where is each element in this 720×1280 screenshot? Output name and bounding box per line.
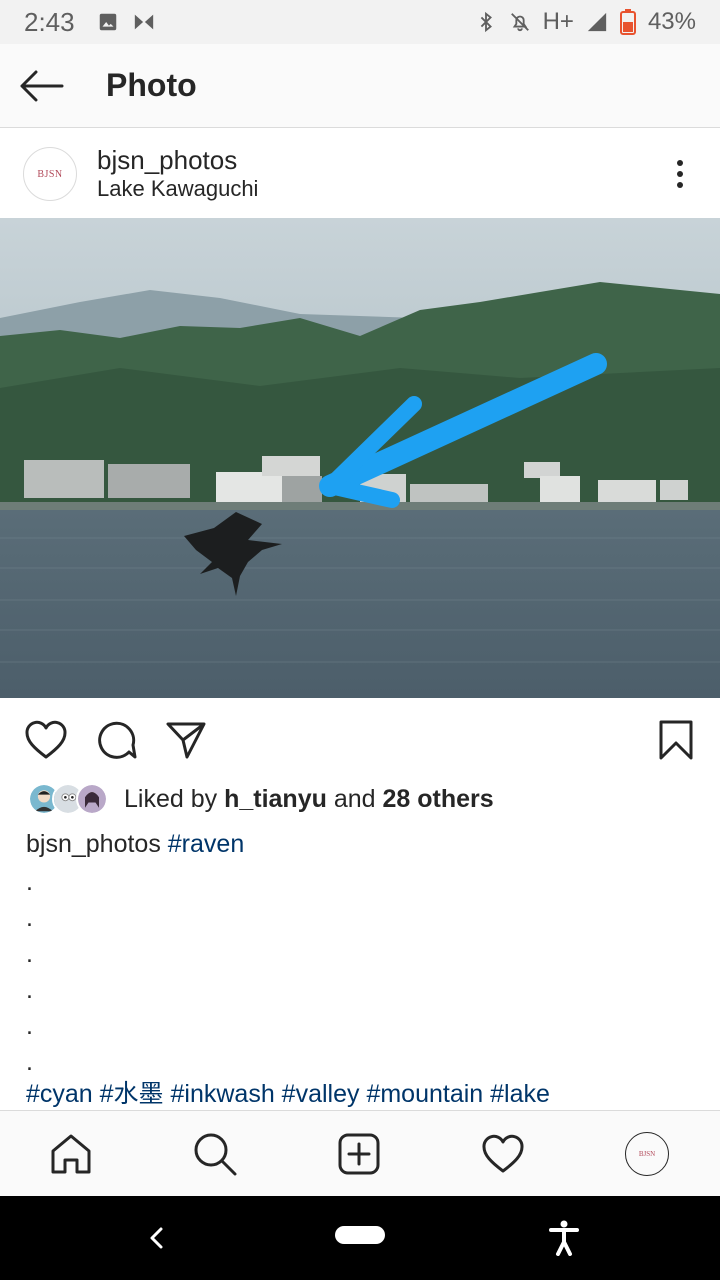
search-icon: [194, 1133, 237, 1176]
add-post-icon: [338, 1133, 380, 1175]
likes-count[interactable]: 28 others: [383, 785, 494, 813]
page-title: Photo: [106, 67, 197, 103]
post-photo[interactable]: [0, 218, 720, 698]
save-button[interactable]: [652, 716, 700, 764]
liker-avatar: [76, 783, 108, 815]
profile-avatar: BJSN: [625, 1132, 669, 1176]
liker-username[interactable]: h_tianyu: [224, 785, 327, 813]
more-options-button[interactable]: [670, 154, 690, 194]
like-button[interactable]: [22, 716, 70, 764]
home-icon: [51, 1134, 91, 1174]
bowtie-icon: [134, 14, 153, 30]
notifications-off-icon: [510, 13, 529, 32]
nav-activity[interactable]: [478, 1129, 528, 1179]
more-vertical-icon: [677, 160, 683, 166]
hashtag-link[interactable]: #raven: [168, 830, 244, 858]
system-back-button[interactable]: [136, 1218, 176, 1258]
bookmark-icon: [659, 720, 693, 760]
back-icon: [150, 1227, 163, 1249]
nav-profile[interactable]: BJSN: [622, 1129, 672, 1179]
accessibility-button[interactable]: [544, 1216, 584, 1260]
post-location[interactable]: Lake Kawaguchi: [97, 175, 258, 203]
accessibility-icon: [549, 1220, 579, 1256]
nav-search[interactable]: [190, 1129, 240, 1179]
post-actions: [0, 708, 720, 772]
system-nav-bar: [0, 1196, 720, 1280]
nav-new-post[interactable]: [334, 1129, 384, 1179]
likes-text: Liked by h_tianyu and 28 others: [124, 784, 494, 813]
caption-username[interactable]: bjsn_photos: [26, 830, 161, 858]
network-type: H+: [542, 8, 574, 35]
status-time: 2:43: [24, 6, 75, 37]
activity-heart-icon: [482, 1134, 524, 1173]
image-icon: [99, 13, 116, 31]
back-button[interactable]: [0, 44, 84, 128]
bottom-nav: BJSN: [0, 1110, 720, 1196]
nav-home[interactable]: [46, 1129, 96, 1179]
avatar[interactable]: BJSN: [23, 147, 77, 201]
caption-dots: . . . . . .: [26, 868, 33, 1076]
photo-image: [0, 218, 720, 698]
back-arrow-icon: [20, 70, 64, 101]
battery-icon: [619, 9, 636, 35]
post-username[interactable]: bjsn_photos: [97, 145, 258, 175]
liker-avatars: [28, 783, 108, 815]
signal-icon: [587, 12, 607, 32]
battery-percent: 43%: [647, 8, 696, 35]
comment-icon: [98, 721, 137, 759]
heart-icon: [25, 720, 67, 759]
share-button[interactable]: [162, 716, 210, 764]
caption: bjsn_photos #raven: [26, 826, 706, 862]
caption-hashtags[interactable]: #cyan #水墨 #inkwash #valley #mountain #la…: [26, 1076, 550, 1112]
share-icon: [166, 722, 206, 759]
comment-button[interactable]: [92, 716, 140, 764]
bluetooth-icon: [480, 11, 492, 33]
likes-row[interactable]: Liked by h_tianyu and 28 others: [28, 780, 494, 818]
post-header: BJSN bjsn_photos Lake Kawaguchi: [0, 130, 720, 218]
home-pill[interactable]: [335, 1226, 385, 1244]
status-bar: 2:43 H+ 43%: [0, 0, 720, 44]
app-bar: Photo: [0, 44, 720, 128]
